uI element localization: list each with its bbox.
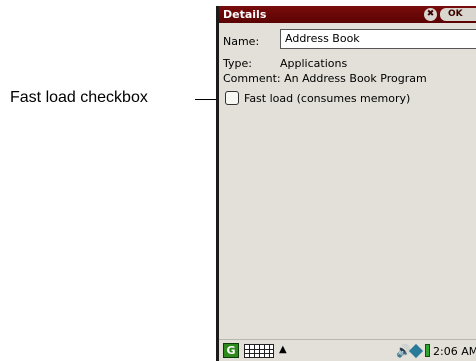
type-value: Applications <box>280 57 348 70</box>
battery-icon[interactable] <box>425 344 430 357</box>
start-menu-icon[interactable]: G <box>223 343 239 358</box>
fast-load-row[interactable]: Fast load (consumes memory) <box>225 91 410 105</box>
title-bar: Details ✖ OK <box>219 6 476 23</box>
fast-load-label[interactable]: Fast load (consumes memory) <box>244 92 410 105</box>
clock[interactable]: 2:06 AM <box>433 345 476 358</box>
comment-text: Comment: An Address Book Program <box>223 72 427 85</box>
close-icon[interactable]: ✖ <box>424 8 437 21</box>
callout-label: Fast load checkbox <box>10 89 148 106</box>
taskbar: G ▲ 🔊 2:06 AM <box>219 339 476 361</box>
keyboard-menu-arrow-icon[interactable]: ▲ <box>279 344 287 355</box>
keyboard-icon[interactable] <box>244 344 274 358</box>
name-field[interactable]: Address Book <box>280 29 476 49</box>
device-screen: Details ✖ OK Name: Address Book Type: Ap… <box>216 6 476 361</box>
network-icon[interactable] <box>408 343 424 359</box>
type-label: Type: <box>223 57 252 70</box>
ok-button[interactable]: OK <box>440 8 476 21</box>
details-panel: Name: Address Book Type: Applications Co… <box>219 23 476 339</box>
name-label: Name: <box>223 35 260 48</box>
fast-load-checkbox[interactable] <box>225 91 239 105</box>
window-title: Details <box>223 8 267 21</box>
